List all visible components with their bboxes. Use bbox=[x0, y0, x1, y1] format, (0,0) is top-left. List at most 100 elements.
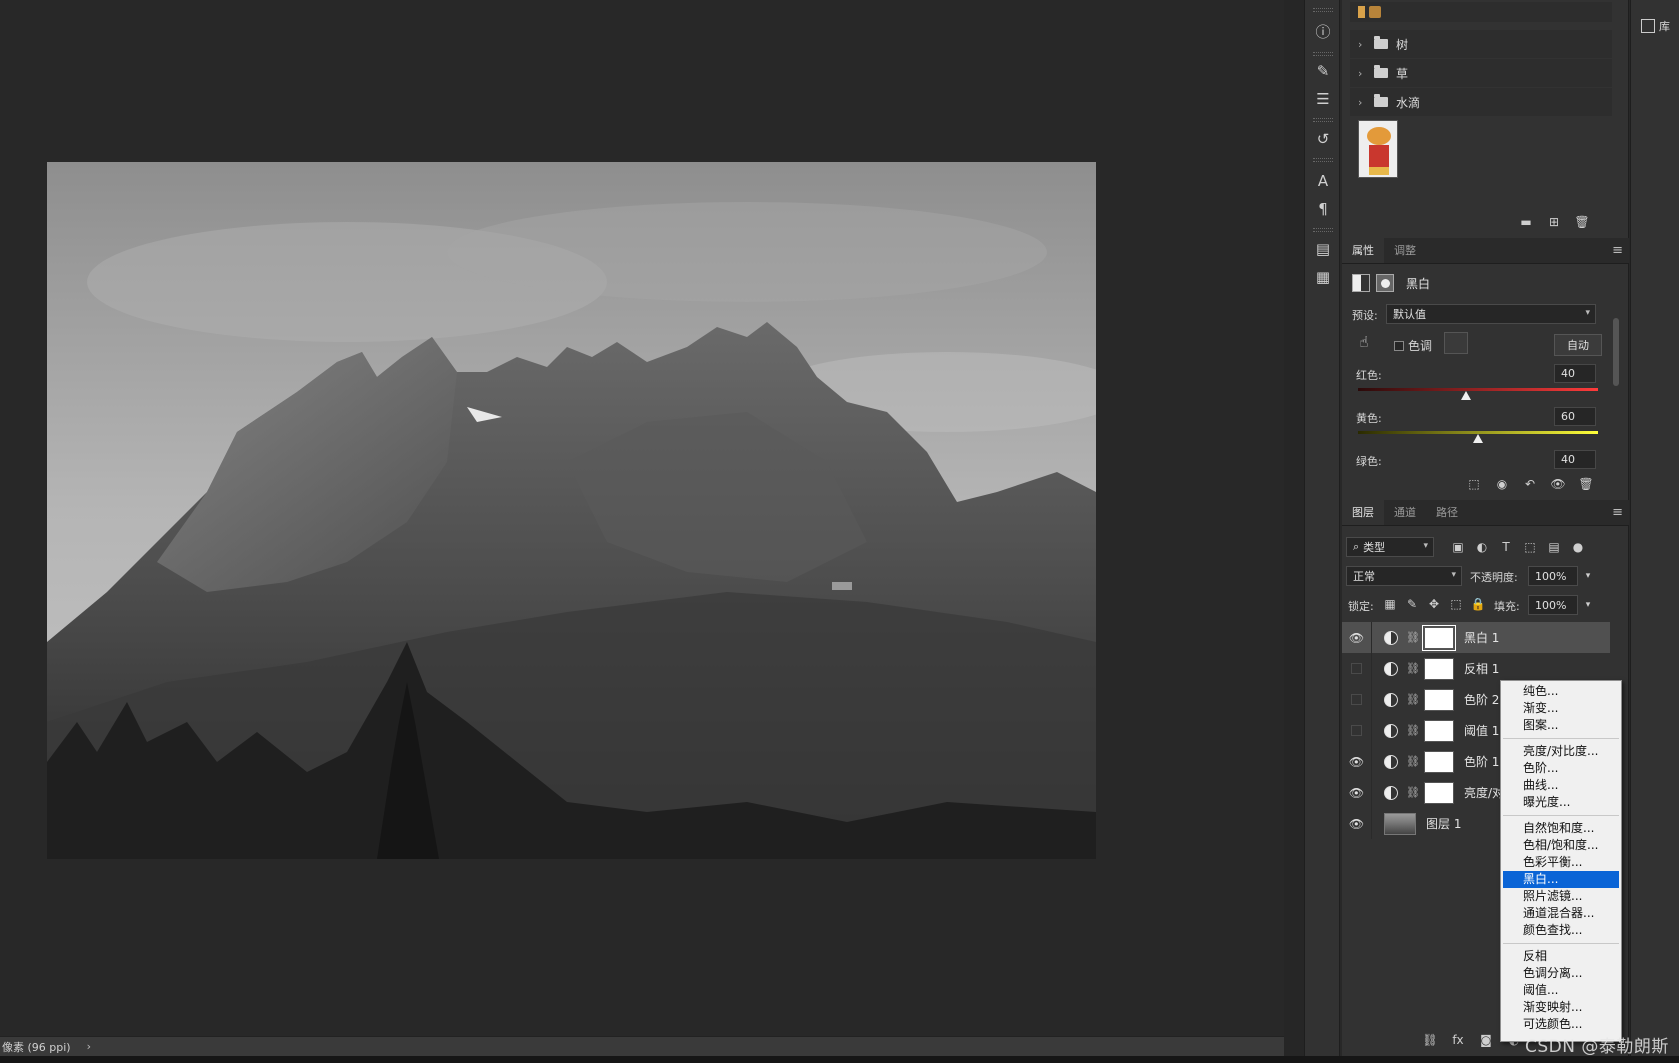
menu-item[interactable]: 曝光度... bbox=[1503, 794, 1619, 811]
menu-item[interactable]: 自然饱和度... bbox=[1503, 820, 1619, 837]
blend-mode-dropdown[interactable]: 正常 ▾ bbox=[1346, 566, 1462, 586]
library-panel-button[interactable]: 库 bbox=[1641, 18, 1670, 34]
properties-scrollbar[interactable] bbox=[1612, 306, 1620, 468]
layer-mask-thumbnail[interactable] bbox=[1423, 719, 1454, 742]
dock-grip[interactable] bbox=[1313, 52, 1333, 56]
tab-channels[interactable]: 通道 bbox=[1384, 499, 1426, 525]
layer-thumbnail[interactable] bbox=[1384, 812, 1416, 835]
panel-menu-icon[interactable]: ≡ bbox=[1612, 243, 1623, 258]
reset-icon[interactable]: ↶ bbox=[1522, 476, 1538, 492]
delete-icon[interactable]: 🗑 bbox=[1578, 476, 1594, 492]
library-asset-strip[interactable] bbox=[1350, 2, 1612, 22]
dock-grip[interactable] bbox=[1313, 118, 1333, 122]
layer-mask-thumbnail[interactable] bbox=[1421, 624, 1456, 651]
layer-mask-thumbnail[interactable] bbox=[1423, 781, 1454, 804]
layer-mask-thumbnail[interactable] bbox=[1423, 688, 1454, 711]
menu-item[interactable]: 阈值... bbox=[1503, 982, 1619, 999]
link-icon[interactable]: ⛓ bbox=[1406, 693, 1420, 706]
mask-icon[interactable] bbox=[1376, 274, 1394, 292]
menu-item[interactable]: 图案... bbox=[1503, 717, 1619, 734]
lock-paint-icon[interactable]: ✎ bbox=[1404, 596, 1420, 612]
lock-position-icon[interactable]: ✥ bbox=[1426, 596, 1442, 612]
menu-item[interactable]: 反相 bbox=[1503, 948, 1619, 965]
link-icon[interactable]: ⛓ bbox=[1406, 724, 1420, 737]
menu-item[interactable]: 可选颜色... bbox=[1503, 1016, 1619, 1033]
lock-all-icon[interactable]: 🔒 bbox=[1470, 596, 1486, 612]
document-canvas[interactable] bbox=[0, 0, 1284, 1036]
tab-properties[interactable]: 属性 bbox=[1342, 237, 1384, 263]
library-image-thumb[interactable] bbox=[1358, 120, 1398, 178]
link-icon[interactable]: ⛓ bbox=[1406, 786, 1420, 799]
filter-shape-icon[interactable]: ⬚ bbox=[1522, 539, 1538, 555]
visibility-eye-icon[interactable]: 👁 bbox=[1342, 808, 1372, 839]
library-folder[interactable]: › 水滴 bbox=[1350, 88, 1612, 116]
layer-name[interactable]: 图层 1 bbox=[1426, 815, 1461, 832]
chevron-down-icon[interactable]: ▾ bbox=[1580, 568, 1596, 584]
lock-artboard-icon[interactable]: ⬚ bbox=[1448, 596, 1464, 612]
filter-type-icon[interactable]: T bbox=[1498, 539, 1514, 555]
add-item-icon[interactable]: ⊞ bbox=[1546, 214, 1562, 230]
layer-filter-dropdown[interactable]: ⌕ 类型 ▾ bbox=[1346, 537, 1434, 557]
link-icon[interactable]: ⛓ bbox=[1406, 662, 1420, 675]
dock-grip[interactable] bbox=[1313, 158, 1333, 162]
menu-item[interactable]: 渐变... bbox=[1503, 700, 1619, 717]
layer-mask-thumbnail[interactable] bbox=[1423, 750, 1454, 773]
tab-adjustments[interactable]: 调整 bbox=[1384, 237, 1426, 263]
library-folder[interactable]: › 树 bbox=[1350, 30, 1612, 58]
mountain-photo[interactable] bbox=[47, 162, 1096, 859]
visibility-off-box[interactable] bbox=[1342, 715, 1372, 746]
visibility-eye-icon[interactable]: 👁 bbox=[1342, 746, 1372, 777]
yellow-slider-thumb[interactable] bbox=[1473, 434, 1483, 443]
visibility-eye-icon[interactable]: 👁 bbox=[1550, 476, 1566, 492]
menu-item[interactable]: 纯色... bbox=[1503, 683, 1619, 700]
menu-item[interactable]: 亮度/对比度... bbox=[1503, 743, 1619, 760]
layer-name[interactable]: 黑白 1 bbox=[1464, 629, 1499, 646]
info-icon[interactable]: ⓘ bbox=[1311, 20, 1335, 42]
menu-item[interactable]: 照片滤镜... bbox=[1503, 888, 1619, 905]
chevron-down-icon[interactable]: ▾ bbox=[1580, 597, 1596, 613]
layer-mask-thumbnail[interactable] bbox=[1423, 657, 1454, 680]
chevron-right-icon[interactable]: › bbox=[1358, 96, 1366, 109]
layer-style-fx-icon[interactable]: fx bbox=[1450, 1032, 1466, 1048]
panel-menu-icon[interactable]: ≡ bbox=[1612, 505, 1623, 520]
menu-item[interactable]: 色阶... bbox=[1503, 760, 1619, 777]
dock-grip[interactable] bbox=[1313, 228, 1333, 232]
brush-settings-icon[interactable]: ✎ bbox=[1311, 60, 1335, 82]
menu-item[interactable]: 色调分离... bbox=[1503, 965, 1619, 982]
filter-pixel-icon[interactable]: ▣ bbox=[1450, 539, 1466, 555]
history-icon[interactable]: ↺ bbox=[1311, 128, 1335, 150]
new-group-icon[interactable]: ▬ bbox=[1518, 214, 1534, 230]
tint-checkbox[interactable] bbox=[1394, 340, 1404, 351]
filter-toggle-icon[interactable]: ● bbox=[1570, 539, 1586, 555]
layer-name[interactable]: 色阶 1 bbox=[1464, 753, 1499, 770]
green-value-input[interactable] bbox=[1554, 450, 1596, 469]
dock-grip[interactable] bbox=[1313, 8, 1333, 12]
visibility-off-box[interactable] bbox=[1342, 684, 1372, 715]
tab-paths[interactable]: 路径 bbox=[1426, 499, 1468, 525]
menu-item[interactable]: 色彩平衡... bbox=[1503, 854, 1619, 871]
chevron-right-icon[interactable]: › bbox=[1358, 38, 1366, 51]
library-folder[interactable]: › 草 bbox=[1350, 59, 1612, 87]
preset-dropdown[interactable]: 默认值 ▾ bbox=[1386, 304, 1596, 324]
layer-comps-icon[interactable]: ▤ bbox=[1311, 238, 1335, 260]
fill-field[interactable]: 100% bbox=[1528, 595, 1578, 615]
menu-item[interactable]: 渐变映射... bbox=[1503, 999, 1619, 1016]
adjustments-icon[interactable]: ☰ bbox=[1311, 88, 1335, 110]
layer-name[interactable]: 反相 1 bbox=[1464, 660, 1499, 677]
tint-checkbox-group[interactable]: 色调 bbox=[1394, 337, 1432, 354]
menu-item[interactable]: 通道混合器... bbox=[1503, 905, 1619, 922]
layer-name[interactable]: 色阶 2 bbox=[1464, 691, 1499, 708]
tab-layers[interactable]: 图层 bbox=[1342, 499, 1384, 525]
red-slider-thumb[interactable] bbox=[1461, 391, 1471, 400]
view-previous-icon[interactable]: ◉ bbox=[1494, 476, 1510, 492]
layer-name[interactable]: 阈值 1 bbox=[1464, 722, 1499, 739]
visibility-eye-icon[interactable]: 👁 bbox=[1342, 777, 1372, 808]
adjustment-type-icon[interactable] bbox=[1352, 274, 1370, 292]
filter-smart-object-icon[interactable]: ▤ bbox=[1546, 539, 1562, 555]
visibility-eye-icon[interactable]: 👁 bbox=[1342, 622, 1372, 653]
filter-adjustment-icon[interactable]: ◐ bbox=[1474, 539, 1490, 555]
menu-item[interactable]: 曲线... bbox=[1503, 777, 1619, 794]
targeted-adjustment-hand-icon[interactable]: ☝ bbox=[1356, 333, 1372, 351]
character-icon[interactable]: A bbox=[1311, 170, 1335, 192]
lock-transparency-icon[interactable]: ▦ bbox=[1382, 596, 1398, 612]
